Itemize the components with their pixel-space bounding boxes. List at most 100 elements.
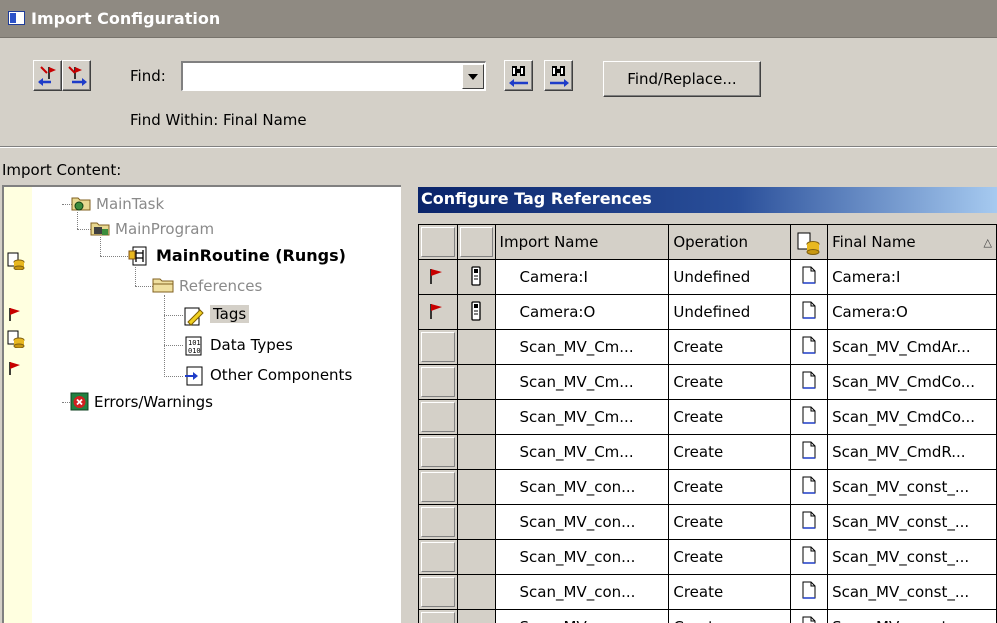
table-row[interactable]: Scan_MV_Cm... Create Scan_MV_CmdR...	[418, 434, 997, 470]
table-row[interactable]: Scan_MV_con...Create Scan_MV_const_...	[418, 609, 997, 623]
find-previous-button[interactable]	[504, 60, 533, 91]
row-status-cell	[456, 259, 496, 295]
document-icon	[802, 511, 816, 529]
final-name-cell[interactable]: Scan_MV_const_...	[827, 609, 997, 623]
tag-device-icon	[471, 301, 481, 321]
operation-cell[interactable]: Create	[668, 539, 792, 575]
row-flag-cell[interactable]	[418, 469, 458, 505]
operation-cell[interactable]: Undefined	[668, 294, 792, 330]
table-row[interactable]: Scan_MV_con...Create Scan_MV_const_...	[418, 539, 997, 575]
grid-title: Configure Tag References	[421, 189, 652, 208]
row-flag-cell[interactable]	[418, 574, 458, 610]
final-icon-cell	[790, 294, 829, 330]
import-name-cell: Scan_MV_Cm...	[494, 399, 670, 435]
row-status-cell	[456, 539, 496, 575]
tags-icon	[184, 307, 204, 326]
sort-ascending-icon[interactable]: △	[984, 236, 992, 249]
new-item-icon	[797, 232, 820, 255]
row-status-cell	[456, 574, 496, 610]
final-icon-cell	[790, 399, 829, 435]
operation-cell[interactable]: Create	[668, 504, 792, 540]
binoculars-left-icon	[509, 66, 528, 87]
other-components-icon	[185, 366, 203, 386]
document-icon	[802, 406, 816, 424]
operation-cell[interactable]: Undefined	[668, 259, 792, 295]
final-name-cell[interactable]: Scan_MV_const_...	[827, 469, 997, 505]
tag-references-grid[interactable]: Import Name Operation Final Name △ Camer…	[418, 224, 997, 623]
find-replace-button[interactable]: Find/Replace...	[603, 61, 761, 97]
task-folder-icon	[71, 197, 91, 211]
previous-flag-button[interactable]	[33, 60, 62, 91]
data-types-icon: 101 010	[185, 336, 202, 356]
row-flag-cell[interactable]	[418, 329, 458, 365]
table-row[interactable]: Camera:I Undefined Camera:I	[418, 259, 997, 295]
final-icon-column-header[interactable]	[790, 224, 829, 260]
status-column-header[interactable]	[456, 224, 496, 260]
row-flag-cell[interactable]	[418, 434, 458, 470]
table-row[interactable]: Scan_MV_Cm... Create Scan_MV_CmdCo...	[418, 364, 997, 400]
operation-cell[interactable]: Create	[668, 329, 792, 365]
find-next-button[interactable]	[544, 60, 573, 91]
table-row[interactable]: Scan_MV_Cm... Create Scan_MV_CmdCo...	[418, 399, 997, 435]
row-status-cell	[456, 329, 496, 365]
flag-column-header[interactable]	[418, 224, 458, 260]
next-flag-button[interactable]	[62, 60, 91, 91]
final-icon-cell	[790, 469, 829, 505]
flag-icon	[430, 269, 442, 284]
operation-cell[interactable]: Create	[668, 399, 792, 435]
find-input[interactable]	[185, 65, 455, 87]
final-icon-cell	[790, 574, 829, 610]
next-flag-icon	[68, 66, 87, 86]
operation-cell[interactable]: Create	[668, 609, 792, 623]
divider	[0, 146, 997, 148]
operation-cell[interactable]: Create	[668, 574, 792, 610]
final-name-column-header[interactable]: Final Name △	[827, 224, 997, 260]
operation-cell[interactable]: Create	[668, 364, 792, 400]
table-row[interactable]: Camera:O Undefined Camera:O	[418, 294, 997, 330]
final-icon-cell	[790, 504, 829, 540]
row-flag-cell[interactable]	[418, 364, 458, 400]
final-name-cell[interactable]: Scan_MV_CmdCo...	[827, 399, 997, 435]
final-name-cell[interactable]: Scan_MV_CmdR...	[827, 434, 997, 470]
row-status-cell	[456, 294, 496, 330]
final-icon-cell	[790, 609, 829, 623]
table-row[interactable]: Scan_MV_Cm... Create Scan_MV_CmdAr...	[418, 329, 997, 365]
row-flag-cell[interactable]	[418, 399, 458, 435]
import-name-cell: Scan_MV_con...	[494, 539, 670, 575]
row-flag-cell[interactable]	[418, 294, 458, 330]
document-icon	[802, 441, 816, 459]
operation-column-header[interactable]: Operation	[668, 224, 792, 260]
final-icon-cell	[790, 434, 829, 470]
import-content-tree[interactable]: MainTask MainProgram MainRoutine (Rungs)…	[2, 185, 401, 623]
import-name-cell: Scan_MV_con...	[494, 609, 670, 623]
final-name-cell[interactable]: Scan_MV_CmdAr...	[827, 329, 997, 365]
find-dropdown-arrow[interactable]	[462, 64, 484, 89]
tree-node-label: References	[179, 277, 263, 295]
row-flag-cell[interactable]	[418, 609, 458, 623]
import-name-column-header[interactable]: Import Name	[494, 224, 670, 260]
operation-cell[interactable]: Create	[668, 469, 792, 505]
import-name-cell: Scan_MV_Cm...	[494, 329, 670, 365]
final-name-cell[interactable]: Scan_MV_CmdCo...	[827, 364, 997, 400]
table-row[interactable]: Scan_MV_con...Create Scan_MV_const_...	[418, 504, 997, 540]
import-name-cell: Scan_MV_con...	[494, 504, 670, 540]
final-icon-cell	[790, 329, 829, 365]
final-name-cell[interactable]: Scan_MV_const_...	[827, 574, 997, 610]
row-flag-cell[interactable]	[418, 259, 458, 295]
final-name-cell[interactable]: Scan_MV_const_...	[827, 539, 997, 575]
new-item-icon	[7, 252, 25, 270]
tree-node-label: Data Types	[210, 336, 293, 354]
table-row[interactable]: Scan_MV_con...Create Scan_MV_const_...	[418, 574, 997, 610]
final-name-cell[interactable]: Scan_MV_const_...	[827, 504, 997, 540]
row-status-cell	[456, 609, 496, 623]
final-name-cell[interactable]: Camera:I	[827, 259, 997, 295]
row-flag-cell[interactable]	[418, 539, 458, 575]
document-icon	[802, 616, 816, 623]
row-status-cell	[456, 469, 496, 505]
find-combobox[interactable]	[181, 61, 486, 91]
row-flag-cell[interactable]	[418, 504, 458, 540]
table-row[interactable]: Scan_MV_con...Create Scan_MV_const_...	[418, 469, 997, 505]
row-status-cell	[456, 434, 496, 470]
operation-cell[interactable]: Create	[668, 434, 792, 470]
final-name-cell[interactable]: Camera:O	[827, 294, 997, 330]
